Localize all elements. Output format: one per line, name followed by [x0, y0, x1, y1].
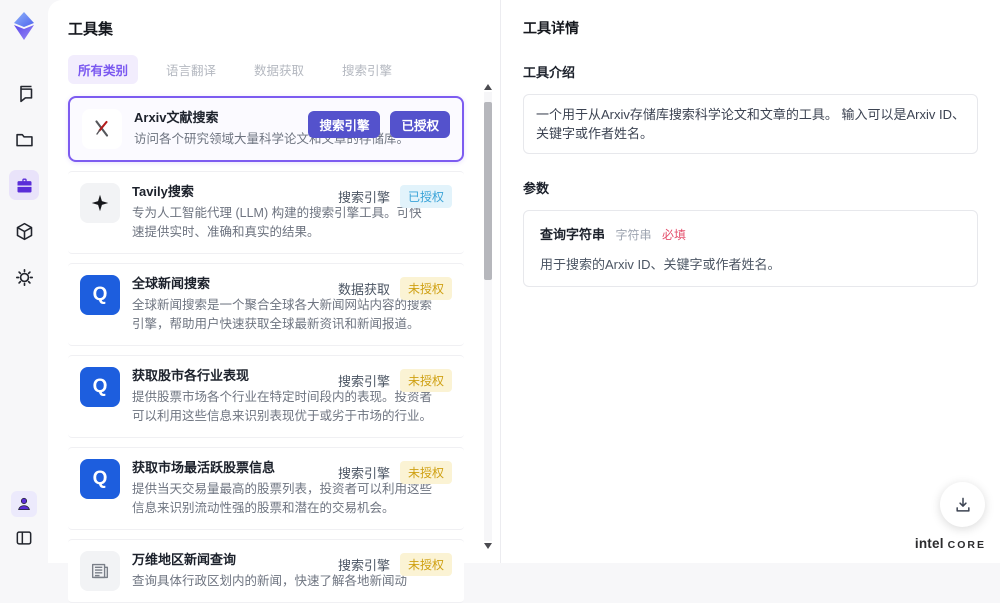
collapse-panel-icon[interactable]	[11, 525, 37, 551]
scroll-up-arrow-icon[interactable]	[484, 84, 492, 90]
main-surface: 工具集 所有类别 语言翻译 数据获取 搜索引擎 Arxiv文献搜索 访问各个研究…	[48, 0, 1000, 603]
status-badge: 已授权	[399, 185, 452, 208]
tool-card-tavily[interactable]: Tavily搜索 专为人工智能代理 (LLM) 构建的搜索引擎工具。可快速提供实…	[68, 171, 464, 254]
parameter-description: 用于搜索的Arxiv ID、关键字或作者姓名。	[540, 257, 781, 272]
category-label: 数据获取	[337, 282, 390, 297]
sidebar-item-files[interactable]	[9, 124, 39, 154]
status-badge: 未授权	[399, 553, 452, 576]
sidebar-item-tools[interactable]	[9, 170, 39, 200]
stock-tool-logo-icon: Q	[80, 367, 120, 407]
intro-heading: 工具介绍	[523, 65, 576, 80]
tool-list-panel: 工具集 所有类别 语言翻译 数据获取 搜索引擎 Arxiv文献搜索 访问各个研究…	[48, 0, 500, 603]
tool-card-active-stocks[interactable]: Q 获取市场最活跃股票信息 提供当天交易量最高的股票列表，投资者可以利用这些信息…	[68, 447, 464, 530]
sidebar-item-settings[interactable]	[9, 262, 39, 292]
news-search-logo-icon: Q	[80, 275, 120, 315]
status-badge: 未授权	[399, 369, 452, 392]
sidebar	[0, 0, 48, 563]
category-label: 搜索引擎	[337, 466, 390, 481]
status-badge: 未授权	[399, 277, 452, 300]
tool-detail-panel: 工具详情 工具介绍 一个用于从Arxiv存储库搜索科学论文和文章的工具。 输入可…	[500, 0, 1000, 563]
parameter-name: 查询字符串	[540, 227, 606, 242]
category-tabs: 所有类别 语言翻译 数据获取 搜索引擎	[68, 55, 480, 84]
download-button[interactable]	[940, 482, 985, 527]
scroll-down-arrow-icon[interactable]	[484, 543, 492, 549]
tool-description: 全球新闻搜索是一个聚合全球各大新闻网站内容的搜索引擎，帮助用户快速获取全球最新资…	[132, 298, 433, 331]
sidebar-item-chat[interactable]	[9, 78, 39, 108]
newspaper-icon	[80, 551, 120, 591]
category-label: 搜索引擎	[337, 558, 390, 573]
tavily-star-icon	[80, 183, 120, 223]
category-label: 搜索引擎	[337, 190, 390, 205]
tool-card-regional-news[interactable]: 万维地区新闻查询 查询具体行政区划内的新闻，快速了解各地新闻动 搜索引擎 未授权	[68, 539, 464, 603]
tab-all-categories[interactable]: 所有类别	[68, 55, 139, 84]
toolbox-icon	[17, 178, 31, 192]
intel-core-logo: intel CORE	[915, 536, 986, 551]
scrollbar[interactable]	[483, 84, 493, 549]
tab-data-fetch[interactable]: 数据获取	[244, 55, 314, 84]
tab-search-engine[interactable]: 搜索引擎	[332, 55, 402, 84]
tool-card-global-news[interactable]: Q 全球新闻搜索 全球新闻搜索是一个聚合全球各大新闻网站内容的搜索引擎，帮助用户…	[68, 263, 464, 346]
tool-description: 提供股票市场各个行业在特定时间段内的表现。投资者可以利用这些信息来识别表现优于或…	[132, 390, 433, 423]
tool-description: 提供当天交易量最高的股票列表，投资者可以利用这些信息来识别流动性强的股票和潜在的…	[132, 482, 433, 515]
folder-icon	[15, 133, 33, 146]
parameter-item: 查询字符串 字符串 必填 用于搜索的Arxiv ID、关键字或作者姓名。	[523, 210, 978, 287]
tool-card-sector-performance[interactable]: Q 获取股市各行业表现 提供股票市场各个行业在特定时间段内的表现。投资者可以利用…	[68, 355, 464, 438]
parameter-required-flag: 必填	[661, 228, 686, 242]
parameter-header: 查询字符串 字符串 必填	[540, 224, 961, 244]
intel-wordmark: intel	[914, 536, 944, 551]
arxiv-logo-icon	[82, 109, 122, 149]
category-label: 搜索引擎	[337, 374, 390, 389]
stock-tool-logo-icon: Q	[80, 459, 120, 499]
tool-card-arxiv[interactable]: Arxiv文献搜索 访问各个研究领域大量科学论文和文章的存储库。 搜索引擎 已授…	[68, 96, 464, 162]
status-badge: 未授权	[399, 461, 452, 484]
tool-intro-text: 一个用于从Arxiv存储库搜索科学论文和文章的工具。 输入可以是Arxiv ID…	[523, 94, 978, 154]
parameter-type: 字符串	[615, 228, 652, 242]
page-title: 工具集	[68, 21, 114, 38]
sidebar-item-packages[interactable]	[9, 216, 39, 246]
user-avatar-icon[interactable]	[11, 491, 37, 517]
chat-icon	[19, 87, 32, 102]
tool-card-list: Arxiv文献搜索 访问各个研究领域大量科学论文和文章的存储库。 搜索引擎 已授…	[68, 96, 480, 603]
app-logo-icon[interactable]	[6, 8, 42, 44]
scrollbar-thumb[interactable]	[484, 102, 492, 280]
sidebar-nav	[9, 78, 39, 292]
tab-translation[interactable]: 语言翻译	[156, 55, 226, 84]
core-wordmark: CORE	[947, 539, 986, 551]
tool-description: 专为人工智能代理 (LLM) 构建的搜索引擎工具。可快速提供实时、准确和真实的结…	[132, 206, 422, 239]
detail-title: 工具详情	[523, 20, 579, 36]
params-heading: 参数	[523, 181, 550, 196]
category-button[interactable]: 搜索引擎	[308, 111, 381, 138]
authorized-button[interactable]: 已授权	[390, 111, 450, 138]
gear-icon	[19, 272, 29, 282]
sidebar-bottom	[11, 491, 37, 551]
